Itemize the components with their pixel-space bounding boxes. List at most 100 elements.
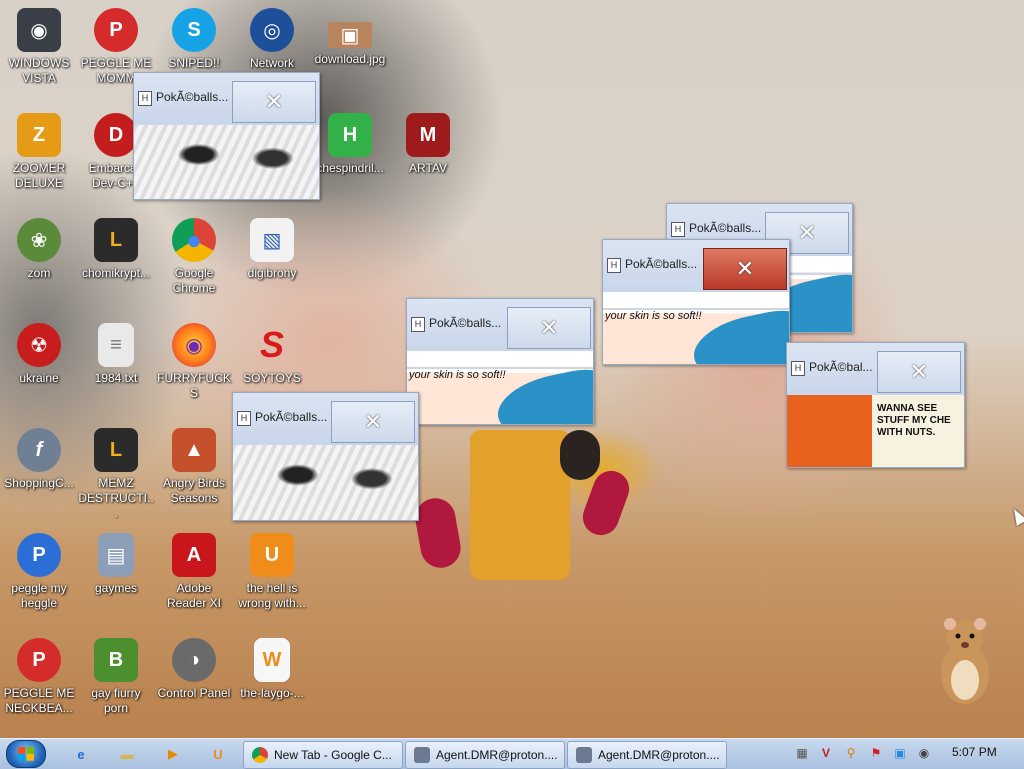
desktop-icon-label: MEMZ DESTRUCTI... [78, 476, 154, 520]
desktop-icon[interactable]: ❀ zom [1, 218, 77, 281]
desktop-icon[interactable]: ◎ Network [234, 8, 310, 71]
image-decor [688, 304, 789, 364]
desktop-icon-label: chomikrypt... [81, 266, 150, 280]
desktop-icon[interactable]: ◑ Control Panel [156, 638, 232, 701]
desktop-icon[interactable]: P PEGGLE ME NECKBEA... [1, 638, 77, 716]
desktop-icon[interactable]: Uthe hell is wrong with... [234, 533, 310, 611]
soytoys-icon: S [259, 324, 284, 365]
document-icon: ▧ [250, 218, 294, 262]
close-button[interactable]: ✕ [232, 81, 316, 123]
desktop-icon-label: ZOOMER DELUXE [12, 161, 66, 190]
desktop-icon-label: ARTAV [408, 161, 447, 175]
control-panel-icon: ◑ [172, 638, 216, 682]
flash-icon: f [17, 428, 61, 472]
firefox-icon: ◉ [172, 323, 216, 367]
desktop-icon[interactable]: Lchomikrypt... [78, 218, 154, 281]
app-icon: H [138, 91, 152, 106]
webp-file-icon: W [254, 638, 290, 682]
uc-browser-icon[interactable]: U [207, 743, 229, 765]
peggle-icon: P [94, 8, 138, 52]
media-player-icon[interactable]: ▶ [162, 743, 184, 765]
image-file-icon: ▣ [328, 22, 372, 48]
popup-title: PokÃ©balls... [255, 410, 328, 424]
close-button[interactable]: ✕ [507, 307, 591, 349]
desktop-icon[interactable]: ▣ download.jpg [312, 8, 388, 67]
desktop-icon[interactable]: f ShoppingC... [1, 428, 77, 491]
desktop-icon[interactable]: Z ZOOMER DELUXE [1, 113, 77, 191]
popup-window[interactable]: H PokÃ©bal... ✕ WANNA SEE STUFF MY CHE WI… [786, 342, 965, 468]
uc-browser-icon: U [250, 533, 294, 577]
popup-image: WANNA SEE STUFF MY CHE WITH NUTS. [787, 395, 964, 467]
desktop-icon[interactable]: ☢ ukraine [1, 323, 77, 386]
games-folder-icon: ▤ [98, 533, 134, 577]
desktop-icon-label: peggle my heggle [11, 581, 67, 610]
folder-icon[interactable]: ▬ [116, 743, 138, 765]
action-center-flag-icon[interactable]: ⚑ [868, 745, 884, 761]
taskbar-button-window[interactable]: Agent.DMR@proton.... [567, 741, 727, 769]
popup-window[interactable]: H PokÃ©balls... ✕ [133, 72, 320, 200]
taskbar-button-label: New Tab - Google C... [274, 748, 392, 762]
app-icon: H [671, 222, 685, 237]
desktop-icon[interactable]: S SOYTOYS [234, 323, 310, 386]
popup-image [233, 445, 418, 520]
app-icon: H [237, 411, 251, 426]
desktop-icon[interactable]: Bgay fiurry porn [78, 638, 154, 716]
popup-title: PokÃ©balls... [689, 221, 762, 235]
close-button[interactable]: ✕ [877, 351, 961, 393]
popup-title: PokÃ©balls... [625, 257, 698, 271]
desktop-icon[interactable]: ◉ FURRYFUCKS [156, 323, 232, 401]
desktop-icon[interactable]: A Adobe Reader XI [156, 533, 232, 611]
desktop-icon[interactable]: ▤ gaymes [78, 533, 154, 596]
desktop-icon[interactable]: ◉ WINDOWS VISTA [1, 8, 77, 86]
wallpaper-decor [560, 430, 600, 480]
desktop-icon-label: Angry Birds Seasons [162, 476, 226, 505]
desktop-icon[interactable]: ● Google Chrome [156, 218, 232, 296]
taskbar-clock[interactable]: 5:07 PM [952, 745, 997, 759]
taskbar-button-chrome[interactable]: New Tab - Google C... [243, 741, 403, 769]
hamster-desktop-pet[interactable] [930, 612, 1000, 712]
popup-title: PokÃ©bal... [809, 360, 873, 374]
app-icon: H [791, 361, 805, 376]
desktop-icon-label: Network [249, 56, 294, 70]
text-file-icon: ≡ [98, 323, 134, 367]
desktop-icon-label: Google Chrome [172, 266, 216, 295]
close-icon: ✕ [264, 89, 284, 114]
chrome-icon: ● [172, 218, 216, 262]
comic-caption: WANNA SEE STUFF MY CHE WITH NUTS. [877, 403, 951, 438]
windows-logo-icon [18, 747, 34, 761]
desktop-icon[interactable]: ▧ digibrony [234, 218, 310, 281]
desktop-icon[interactable]: Wthe-laygo-... [234, 638, 310, 701]
internet-explorer-icon[interactable]: e [70, 743, 92, 765]
zuma-icon: Z [17, 113, 61, 157]
shortcut-file-icon: L [94, 428, 138, 472]
popup-window[interactable]: H PokÃ©balls... ✕ your skin is so soft!! [406, 298, 594, 425]
volume-tray-icon[interactable]: ◉ [916, 745, 932, 761]
radiation-icon: ☢ [17, 323, 61, 367]
taskbar-button-label: Agent.DMR@proton.... [598, 748, 720, 762]
network-tray-icon[interactable]: ▦ [794, 745, 810, 761]
popup-window-active[interactable]: H PokÃ©balls... ✕ your skin is so soft!! [602, 239, 790, 365]
search-tray-icon[interactable]: ⚲ [843, 745, 859, 761]
close-icon: ✕ [735, 256, 755, 281]
peggle-icon: P [17, 638, 61, 682]
image-decor [492, 363, 593, 424]
desktop-icon[interactable]: Ppeggle my heggle [1, 533, 77, 611]
desktop-icon[interactable]: L MEMZ DESTRUCTI... [78, 428, 154, 521]
taskbar-button-window[interactable]: Agent.DMR@proton.... [405, 741, 565, 769]
desktop-icon-label: Adobe Reader XI [166, 581, 222, 610]
desktop-icon[interactable]: Hchespindril... [312, 113, 388, 176]
desktop-icon[interactable]: ▲ Angry Birds Seasons [156, 428, 232, 506]
adobe-reader-icon: A [172, 533, 216, 577]
desktop-icon[interactable]: ≡ 1984.txt [78, 323, 154, 386]
desktop-icon[interactable]: M ARTAV [390, 113, 466, 176]
close-button[interactable]: ✕ [703, 248, 787, 290]
display-tray-icon[interactable]: ▣ [892, 745, 908, 761]
peggle-icon: P [17, 533, 61, 577]
comic-caption: your skin is so soft!! [409, 369, 506, 381]
window-app-icon [414, 747, 430, 763]
close-button[interactable]: ✕ [331, 401, 415, 443]
antivirus-tray-icon[interactable]: V [818, 745, 834, 761]
start-button[interactable] [6, 740, 46, 768]
close-icon: ✕ [363, 409, 383, 434]
popup-window[interactable]: H PokÃ©balls... ✕ [232, 392, 419, 521]
